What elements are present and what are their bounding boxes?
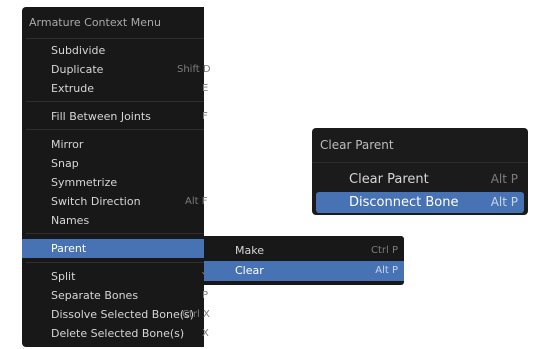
- menu-item-label: Names: [51, 214, 90, 227]
- menu-item-names[interactable]: Names: [22, 211, 204, 230]
- menu-item-label: Dissolve Selected Bone(s): [51, 308, 195, 321]
- menu-item-symmetrize[interactable]: Symmetrize: [22, 173, 204, 192]
- menu-item-label: Delete Selected Bone(s): [51, 327, 185, 340]
- menu-item-label: Parent: [51, 242, 87, 255]
- menu-item-switch-direction[interactable]: Switch Direction Alt F: [22, 192, 208, 211]
- menu-item-label: Clear Parent: [349, 172, 429, 187]
- menu-item-shortcut: Ctrl P: [370, 245, 398, 256]
- menu-item-parent[interactable]: Parent: [22, 239, 204, 258]
- menu-item-label: Fill Between Joints: [51, 110, 151, 123]
- menu-item-disconnect-bone[interactable]: Disconnect Bone Alt P: [316, 192, 524, 213]
- separator: [26, 38, 204, 39]
- separator: [26, 101, 204, 102]
- menu-item-shortcut: Alt P: [490, 195, 518, 209]
- menu-item-label: Mirror: [51, 138, 84, 151]
- menu-item-label: Disconnect Bone: [349, 195, 459, 210]
- menu-item-shortcut: F: [202, 111, 208, 122]
- submenu-item-make[interactable]: Make Ctrl P: [204, 241, 404, 261]
- separator: [312, 162, 528, 163]
- menu-item-shortcut: Alt P: [375, 265, 398, 276]
- menu-title: Clear Parent: [320, 138, 394, 152]
- menu-item-delete-selected-bones[interactable]: Delete Selected Bone(s) X: [22, 324, 209, 343]
- menu-item-shortcut: P: [202, 290, 209, 301]
- menu-item-label: Extrude: [51, 82, 95, 95]
- menu-item-split[interactable]: Split Y: [22, 267, 208, 286]
- menu-item-snap[interactable]: Snap: [22, 154, 204, 173]
- menu-item-label: Switch Direction: [51, 195, 141, 208]
- menu-item-label: Split: [51, 270, 76, 283]
- menu-item-shortcut: E: [202, 83, 209, 94]
- menu-item-label: Make: [235, 244, 264, 257]
- submenu-item-clear[interactable]: Clear Alt P: [204, 261, 404, 281]
- menu-item-extrude[interactable]: Extrude E: [22, 79, 208, 98]
- menu-item-clear-parent[interactable]: Clear Parent Alt P: [316, 169, 524, 190]
- menu-item-subdivide[interactable]: Subdivide: [22, 41, 204, 60]
- menu-title: Armature Context Menu: [29, 16, 161, 29]
- separator: [26, 233, 204, 234]
- parent-submenu: Make Ctrl P Clear Alt P: [204, 236, 404, 285]
- menu-item-mirror[interactable]: Mirror: [22, 135, 204, 154]
- armature-context-menu: Armature Context Menu Subdivide Duplicat…: [22, 7, 211, 347]
- menu-item-shortcut: Ctrl X: [182, 309, 210, 320]
- menu-item-fill-between-joints[interactable]: Fill Between Joints F: [22, 107, 208, 126]
- menu-item-shortcut: Shift D: [177, 64, 211, 75]
- menu-item-label: Clear: [235, 264, 264, 277]
- menu-item-separate-bones[interactable]: Separate Bones P: [22, 286, 208, 305]
- menu-item-label: Subdivide: [51, 44, 106, 57]
- clear-parent-menu: Clear Parent Clear Parent Alt P Disconne…: [312, 128, 528, 215]
- menu-item-shortcut: Alt P: [490, 172, 518, 186]
- menu-item-dissolve-selected-bones[interactable]: Dissolve Selected Bone(s) Ctrl X: [22, 305, 210, 324]
- menu-item-label: Separate Bones: [51, 289, 139, 302]
- separator: [26, 129, 204, 130]
- menu-item-duplicate[interactable]: Duplicate Shift D: [22, 60, 211, 79]
- menu-item-label: Duplicate: [51, 63, 104, 76]
- menu-item-shortcut: X: [202, 328, 209, 339]
- menu-item-shortcut: Alt F: [185, 196, 208, 207]
- menu-item-label: Symmetrize: [51, 176, 118, 189]
- menu-item-label: Snap: [51, 157, 79, 170]
- separator: [26, 262, 204, 263]
